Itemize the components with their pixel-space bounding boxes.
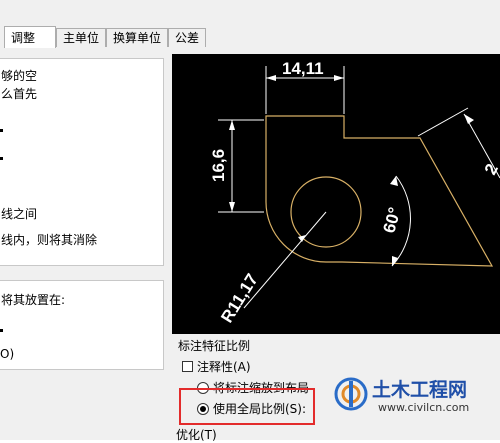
tab-tolerances[interactable]: 公差 [168,28,206,47]
fit-option-radio-2[interactable] [0,157,3,160]
text-placement-group: 将其放置在: O) [0,280,164,370]
preview-dim-v-arrow-top [229,120,235,130]
watermark-logo-icon [334,377,368,411]
preview-angle-arrow-bottom [392,256,398,266]
preview-angle-text: 60° [380,205,405,235]
preview-radius-text: R11,17 [217,270,262,326]
fit-option-radio-1[interactable] [0,129,3,132]
fit-options-text-1: 够的空 [1,69,38,83]
preview-drawing: 14,11 16,6 R11,17 60° 2 [209,59,500,326]
scale-features-title: 标注特征比例 [178,339,251,353]
fit-options-text-4: 线内，则将其消除 [1,233,98,247]
tab-alternate-units[interactable]: 换算单位 [106,28,168,47]
tab-fit[interactable]: 调整 [4,26,56,49]
preview-geometry-outline [265,115,494,267]
watermark-title: 土木工程网 [372,379,468,401]
preview-dim-v-text: 16,6 [209,149,228,182]
fit-options-group: 够的空 么首先 线之间 线内，则将其消除 [0,58,164,266]
optimize-title: 优化(T) [176,428,217,442]
fit-options-text-3: 线之间 [1,207,38,221]
preview-dim-h-arrow-right [334,75,344,81]
fit-options-text-2: 么首先 [1,87,38,101]
annotative-checkbox[interactable] [182,361,193,372]
tab-fit-label: 调整 [11,31,36,45]
tab-primary-units-label: 主单位 [63,31,100,45]
preview-dim-v-arrow-bottom [229,202,235,212]
preview-dim-aligned-ext-left [417,107,469,137]
tab-tolerances-label: 公差 [175,31,200,45]
preview-aligned-text: 2 [481,161,500,178]
watermark-url: www.civilcn.com [378,401,470,414]
text-placement-option: O) [0,347,15,361]
preview-dim-aligned-arrow [464,114,474,124]
tab-bar: 调整 主单位 换算单位 公差 [0,26,500,49]
text-placement-label: 将其放置在: [1,293,66,307]
dimension-preview: 14,11 16,6 R11,17 60° 2 [172,54,500,334]
dialog-top-strip [0,0,500,26]
preview-radius-arrow [298,235,306,242]
watermark: 土木工程网 www.civilcn.com [328,373,478,417]
tab-alternate-units-label: 换算单位 [113,31,162,45]
preview-dim-h-text: 14,11 [282,59,324,78]
annotative-label: 注释性(A) [197,360,251,374]
text-placement-radio[interactable] [0,329,3,332]
highlight-annotation-box [179,388,315,425]
preview-radius-leader [243,211,327,309]
preview-dim-h-arrow-left [266,75,276,81]
tab-primary-units[interactable]: 主单位 [56,28,106,47]
